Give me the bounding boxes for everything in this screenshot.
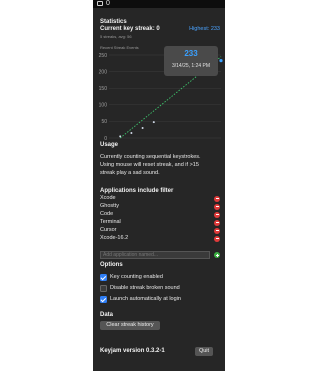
app-row: Xcode (100, 195, 220, 202)
streak-summary: 5 streaks, avg: 56 (100, 34, 132, 39)
app-name: Xcode (100, 195, 116, 201)
remove-app-icon[interactable] (214, 203, 220, 210)
app-name: Ghostty (100, 203, 119, 209)
quit-button[interactable]: Quit (195, 347, 213, 356)
data-point[interactable] (141, 127, 144, 130)
tooltip-value: 233 (184, 49, 198, 58)
disable-sound-checkbox[interactable] (100, 285, 107, 292)
usage-line-1: Currently counting sequential keystrokes… (100, 154, 201, 160)
remove-app-icon[interactable] (214, 195, 220, 202)
y-tick-label: 100 (99, 103, 108, 109)
launch-at-login-checkbox[interactable] (100, 296, 107, 303)
remove-app-icon[interactable] (214, 211, 220, 218)
usage-line-3: streak play a sad sound. (100, 170, 160, 176)
apps-filter-heading: Applications include filter (100, 188, 174, 194)
data-point[interactable] (119, 135, 122, 138)
add-application-input[interactable] (100, 251, 210, 259)
app-row: Code (100, 211, 220, 218)
key-counting-checkbox[interactable] (100, 274, 107, 281)
highest-streak: Highest: 233 (189, 26, 220, 32)
chart-tooltip: 233 3/14/25, 1:24 PM (164, 46, 218, 76)
key-counting-label[interactable]: Key counting enabled (110, 274, 163, 281)
remove-app-icon[interactable] (214, 219, 220, 226)
keyjam-panel: Statistics Current key streak: 0 Highest… (93, 8, 225, 371)
disable-sound-label[interactable]: Disable streak broken sound (110, 285, 180, 292)
app-name: Code (100, 211, 114, 217)
app-row: Terminal (100, 219, 220, 226)
app-row: Ghostty (100, 203, 220, 210)
keyboard-icon[interactable] (97, 1, 103, 6)
y-tick-label: 0 (104, 136, 107, 142)
y-tick-label: 150 (99, 86, 108, 92)
data-heading: Data (100, 312, 114, 318)
data-point[interactable] (130, 132, 133, 135)
app-name: Xcode-16.2 (100, 235, 129, 241)
current-streak: Current key streak: 0 (100, 26, 160, 32)
app-name: Cursor (100, 227, 117, 233)
data-point[interactable] (219, 59, 223, 63)
app-name: Terminal (100, 219, 121, 225)
y-tick-label: 250 (99, 53, 108, 59)
y-tick-label: 200 (99, 69, 108, 75)
usage-line-2: Using mouse will reset streak, and if >1… (100, 162, 199, 168)
app-row: Xcode-16.2 (100, 235, 220, 242)
clear-streak-history-button[interactable]: Clear streak history (100, 321, 160, 330)
options-heading: Options (100, 262, 123, 268)
version-label: Keyjam version 0.3.2-1 (100, 348, 165, 354)
menu-bar: 0 (93, 0, 225, 8)
usage-heading: Usage (100, 142, 119, 148)
add-app-icon[interactable] (214, 252, 220, 258)
remove-app-icon[interactable] (214, 227, 220, 234)
statistics-heading: Statistics (100, 19, 127, 25)
remove-app-icon[interactable] (214, 235, 220, 242)
launch-at-login-label[interactable]: Launch automatically at login (110, 296, 181, 303)
app-row: Cursor (100, 227, 220, 234)
menu-bar-count[interactable]: 0 (106, 0, 110, 8)
y-tick-label: 50 (101, 119, 107, 125)
data-point[interactable] (152, 121, 155, 124)
tooltip-date: 3/14/25, 1:24 PM (171, 63, 211, 69)
